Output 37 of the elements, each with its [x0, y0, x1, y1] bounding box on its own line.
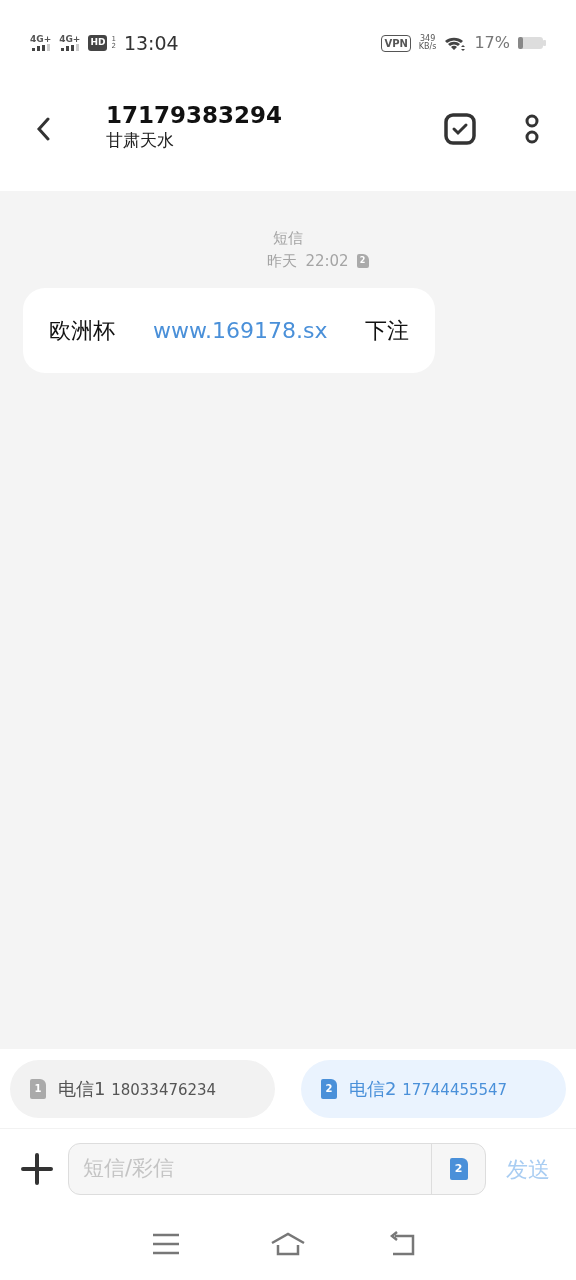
- message-time: 22:02: [305, 250, 349, 272]
- message-text: 欧洲杯: [49, 317, 115, 345]
- sim-icon: 2: [356, 253, 369, 268]
- sim-selector[interactable]: 2: [449, 1158, 468, 1180]
- vpn-badge: VPN: [381, 34, 411, 52]
- hd-badge: HD: [88, 35, 108, 51]
- message-text: 下注: [365, 317, 410, 345]
- contact-number: 17179383294: [106, 103, 283, 129]
- home-icon: [270, 1231, 306, 1257]
- checkbox-icon: [444, 112, 476, 145]
- sim-icon: 2: [321, 1078, 337, 1099]
- sim-option[interactable]: 1 电信1 18033476234: [10, 1059, 275, 1118]
- message-type: 短信: [273, 228, 303, 249]
- signal-icon: [60, 44, 79, 51]
- back-button[interactable]: [36, 116, 50, 141]
- add-button[interactable]: [20, 1152, 54, 1186]
- message-link[interactable]: www.169178.sx: [153, 314, 328, 347]
- network-label: 4G+: [30, 35, 52, 44]
- more-icon: [524, 113, 540, 144]
- message-date: 昨天: [267, 250, 298, 272]
- plus-icon: [20, 1152, 54, 1186]
- clock: 13:04: [123, 30, 179, 56]
- sim-icon: 1: [30, 1078, 46, 1099]
- more-button[interactable]: [524, 113, 540, 144]
- network-label: 4G+: [59, 35, 81, 44]
- signal-icon: [31, 44, 50, 51]
- battery-icon: [518, 36, 546, 50]
- wifi-icon: [444, 35, 467, 51]
- sim-option[interactable]: 2 电信2 17744455547: [301, 1059, 566, 1118]
- speed-value: 349: [420, 35, 436, 43]
- back-icon: [36, 116, 50, 141]
- speed-unit: KB/s: [418, 43, 437, 51]
- home-button[interactable]: [270, 1231, 306, 1257]
- send-button[interactable]: 发送: [500, 1152, 556, 1186]
- contact-location: 甘肃天水: [106, 129, 175, 153]
- select-button[interactable]: [444, 112, 476, 145]
- battery-percent: 17%: [474, 32, 510, 54]
